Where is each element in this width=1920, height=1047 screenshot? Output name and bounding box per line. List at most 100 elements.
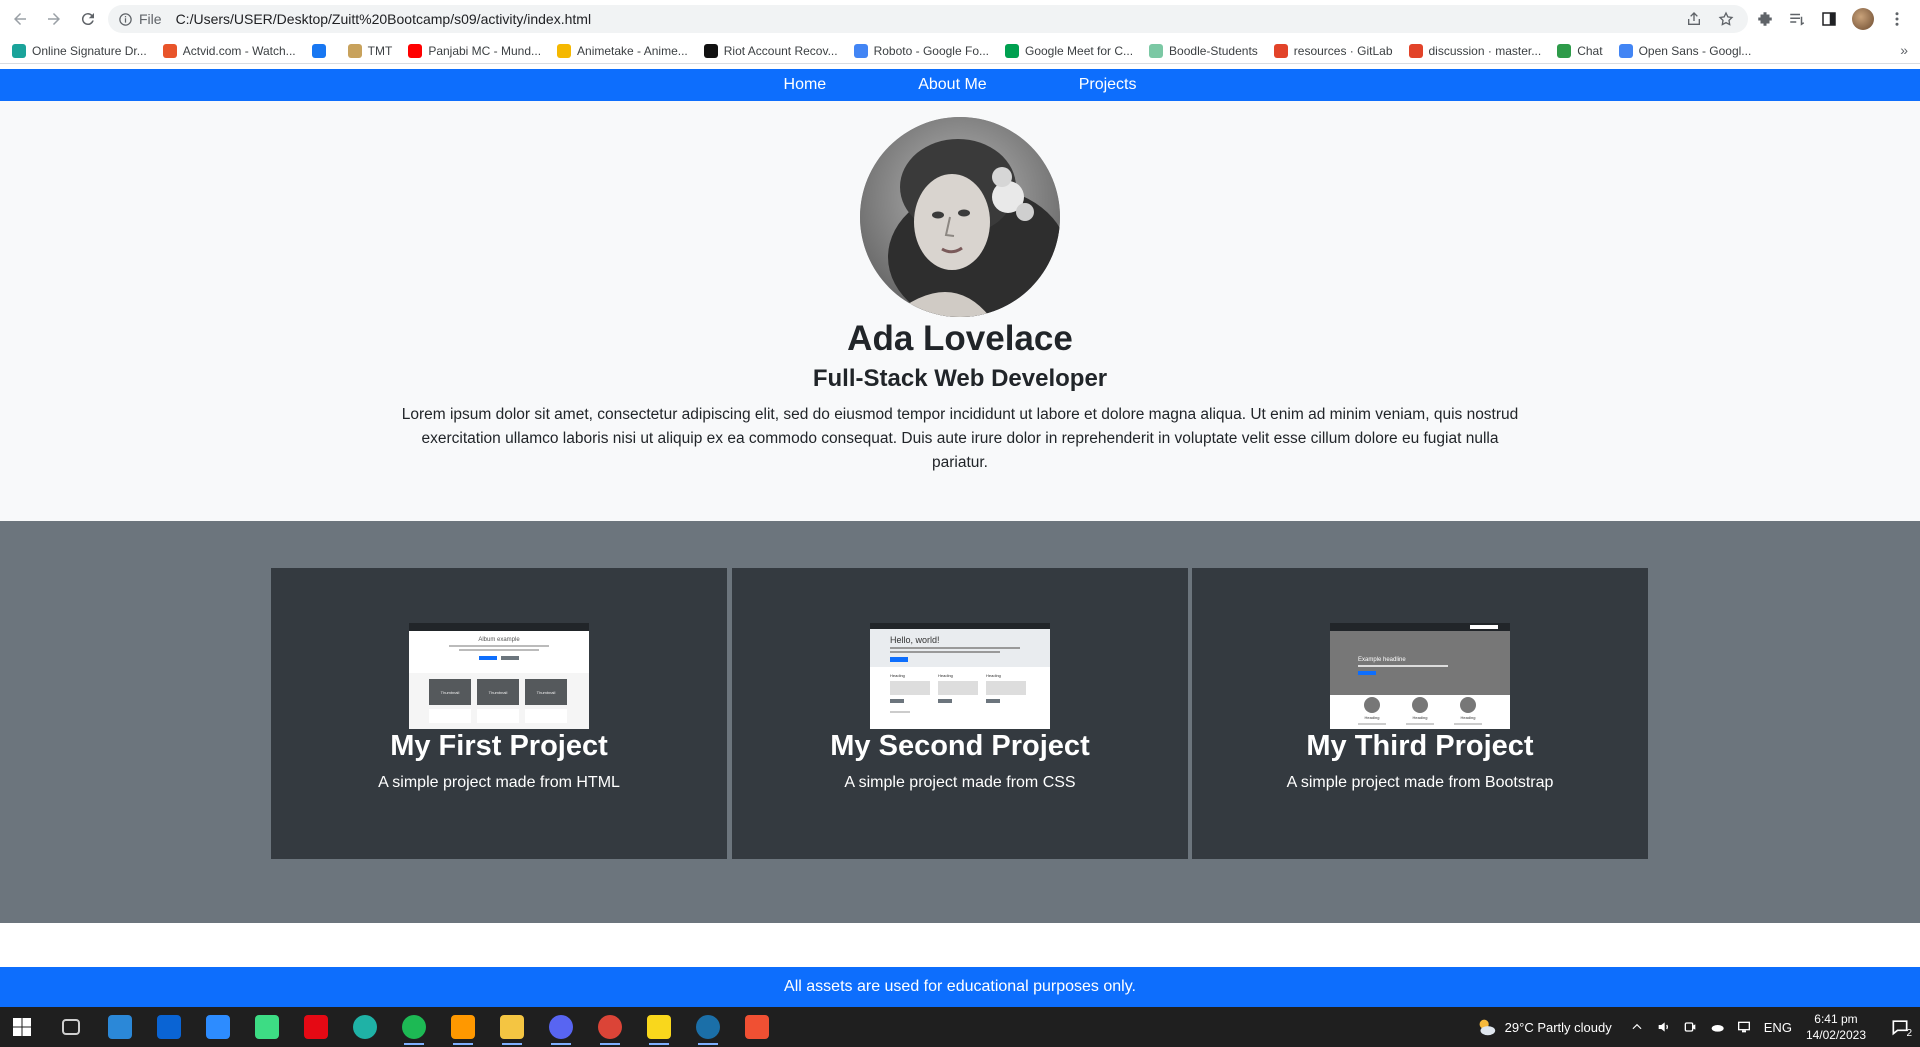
zoom-icon xyxy=(206,1015,230,1039)
bookmark-label: Online Signature Dr... xyxy=(32,43,147,58)
bookmark-item[interactable]: Panjabi MC - Mund... xyxy=(408,43,542,58)
project-description: A simple project made from HTML xyxy=(378,774,620,791)
taskbar-android-studio-button[interactable] xyxy=(247,1007,287,1047)
sticky-notes-icon xyxy=(647,1015,671,1039)
system-tray: 29°C Partly cloudy ENG 6:41 pm 14/02/202… xyxy=(1475,1007,1920,1047)
taskbar-spotify-button[interactable] xyxy=(394,1007,434,1047)
browser-toolbar: File C:/Users/USER/Desktop/Zuitt%20Bootc… xyxy=(0,0,1920,38)
nav-link-home[interactable]: Home xyxy=(784,76,827,94)
weather-widget[interactable]: 29°C Partly cloudy xyxy=(1475,1016,1612,1038)
address-bar[interactable]: File C:/Users/USER/Desktop/Zuitt%20Bootc… xyxy=(108,5,1748,33)
hero-role: Full-Stack Web Developer xyxy=(812,365,1108,392)
taskbar-start-button[interactable] xyxy=(2,1007,42,1047)
forward-button[interactable] xyxy=(40,5,68,33)
bookmark-favicon-icon xyxy=(12,43,26,58)
taskbar-git-button[interactable] xyxy=(737,1007,777,1047)
profile-avatar[interactable] xyxy=(1852,8,1874,30)
bookmark-item[interactable]: Boodle-Students xyxy=(1149,43,1258,58)
taskbar-task-view-button[interactable] xyxy=(51,1007,91,1047)
bookmark-item[interactable]: Riot Account Recov... xyxy=(703,43,838,58)
bookmark-favicon-icon xyxy=(1408,43,1423,58)
netflix-icon xyxy=(304,1015,328,1039)
thumb-column-heading: Heading xyxy=(890,673,905,678)
reload-button[interactable] xyxy=(74,5,102,33)
clock[interactable]: 6:41 pm 14/02/2023 xyxy=(1806,1011,1866,1043)
project-title: My Third Project xyxy=(1306,730,1534,762)
network-icon[interactable] xyxy=(1736,1019,1752,1035)
bookmark-label: Actvid.com - Watch... xyxy=(182,43,296,58)
android-studio-icon xyxy=(255,1015,279,1039)
menu-dots-icon[interactable] xyxy=(1888,10,1906,28)
nav-link-projects[interactable]: Projects xyxy=(1079,76,1137,94)
bookmark-favicon-icon xyxy=(853,43,868,58)
speaker-icon[interactable] xyxy=(1656,1019,1672,1035)
taskbar-mail-button[interactable] xyxy=(149,1007,189,1047)
extensions-icon[interactable] xyxy=(1756,10,1774,28)
site-navbar: Home About Me Projects xyxy=(0,69,1920,101)
url-text[interactable]: C:/Users/USER/Desktop/Zuitt%20Bootcamp/s… xyxy=(176,11,592,27)
bookmark-favicon-icon xyxy=(347,43,362,58)
bookmark-favicon-icon xyxy=(408,43,423,58)
bookmark-item[interactable]: discussion · master... xyxy=(1408,43,1541,58)
taskbar-store-button[interactable] xyxy=(100,1007,140,1047)
task-view-icon xyxy=(62,1019,80,1035)
bookmark-star-icon[interactable] xyxy=(1718,11,1734,27)
back-button[interactable] xyxy=(6,5,34,33)
bookmark-favicon-icon xyxy=(1005,43,1019,58)
bookmark-item[interactable]: TMT xyxy=(347,43,392,58)
project-card-first[interactable]: Album example Thumbnail Thumbnail Thumbn… xyxy=(271,568,727,859)
thumb-hello-heading: Hello, world! xyxy=(890,635,940,645)
info-icon xyxy=(119,12,132,26)
taskbar-zoom-button[interactable] xyxy=(198,1007,238,1047)
taskbar-steam-button[interactable] xyxy=(688,1007,728,1047)
thumb-album-heading: Album example xyxy=(478,637,520,643)
thumb-column-heading: Heading xyxy=(986,673,1001,678)
chrome-icon xyxy=(598,1015,622,1039)
hero-name: Ada Lovelace xyxy=(847,319,1073,358)
project-thumbnail-second: Hello, world! Heading Heading Heading xyxy=(870,623,1050,729)
taskbar-netflix-button[interactable] xyxy=(296,1007,336,1047)
bookmarks-overflow-icon[interactable]: » xyxy=(1900,42,1908,58)
language-indicator[interactable]: ENG xyxy=(1764,1020,1792,1035)
notification-button[interactable]: 2 xyxy=(1880,1007,1920,1047)
bookmark-label: Riot Account Recov... xyxy=(723,43,838,58)
bookmark-item[interactable]: Roboto - Google Fo... xyxy=(853,43,989,58)
steam-icon xyxy=(696,1015,720,1039)
bookmark-item[interactable]: Chat xyxy=(1557,43,1603,58)
nav-link-about-me[interactable]: About Me xyxy=(918,76,986,94)
reading-list-icon[interactable] xyxy=(1788,10,1806,28)
side-panel-icon[interactable] xyxy=(1820,10,1838,28)
clock-time: 6:41 pm xyxy=(1814,1012,1858,1026)
bookmark-item[interactable]: Online Signature Dr... xyxy=(12,43,147,58)
taskbar-discord-button[interactable] xyxy=(541,1007,581,1047)
taskbar-sublime-button[interactable] xyxy=(443,1007,483,1047)
edge-icon xyxy=(353,1015,377,1039)
share-icon[interactable] xyxy=(1686,11,1702,27)
taskbar-sticky-notes-button[interactable] xyxy=(639,1007,679,1047)
thumb-card-label: Thumbnail xyxy=(537,690,556,695)
camera-icon[interactable] xyxy=(1682,1019,1698,1035)
taskbar-edge-button[interactable] xyxy=(345,1007,385,1047)
bookmark-item[interactable]: Open Sans - Googl... xyxy=(1618,43,1751,58)
git-icon xyxy=(745,1015,769,1039)
bookmark-item[interactable]: Actvid.com - Watch... xyxy=(162,43,296,58)
onedrive-cloud-icon[interactable] xyxy=(1708,1019,1726,1035)
project-card-second[interactable]: Hello, world! Heading Heading Heading My… xyxy=(732,568,1188,859)
bookmark-item[interactable]: Google Meet for C... xyxy=(1005,43,1133,58)
taskbar-file-explorer-button[interactable] xyxy=(492,1007,532,1047)
project-card-third[interactable]: Example headline Heading Heading Heading… xyxy=(1192,568,1648,859)
thumb-column-heading: Heading xyxy=(1365,715,1380,720)
profile-photo xyxy=(860,117,1060,317)
hero-section: Ada Lovelace Full-Stack Web Developer Lo… xyxy=(0,101,1920,521)
bookmark-favicon-icon xyxy=(311,43,326,58)
bookmark-favicon-icon xyxy=(162,43,177,58)
sublime-icon xyxy=(451,1015,475,1039)
taskbar-chrome-button[interactable] xyxy=(590,1007,630,1047)
bookmark-item[interactable] xyxy=(311,43,332,58)
bookmark-label: Panjabi MC - Mund... xyxy=(428,43,542,58)
thumb-column-heading: Heading xyxy=(938,673,953,678)
bookmark-favicon-icon xyxy=(1557,43,1572,58)
chevron-up-icon[interactable] xyxy=(1630,1020,1644,1034)
bookmark-item[interactable]: Animetake - Anime... xyxy=(557,43,688,58)
bookmark-item[interactable]: resources · GitLab xyxy=(1273,43,1393,58)
